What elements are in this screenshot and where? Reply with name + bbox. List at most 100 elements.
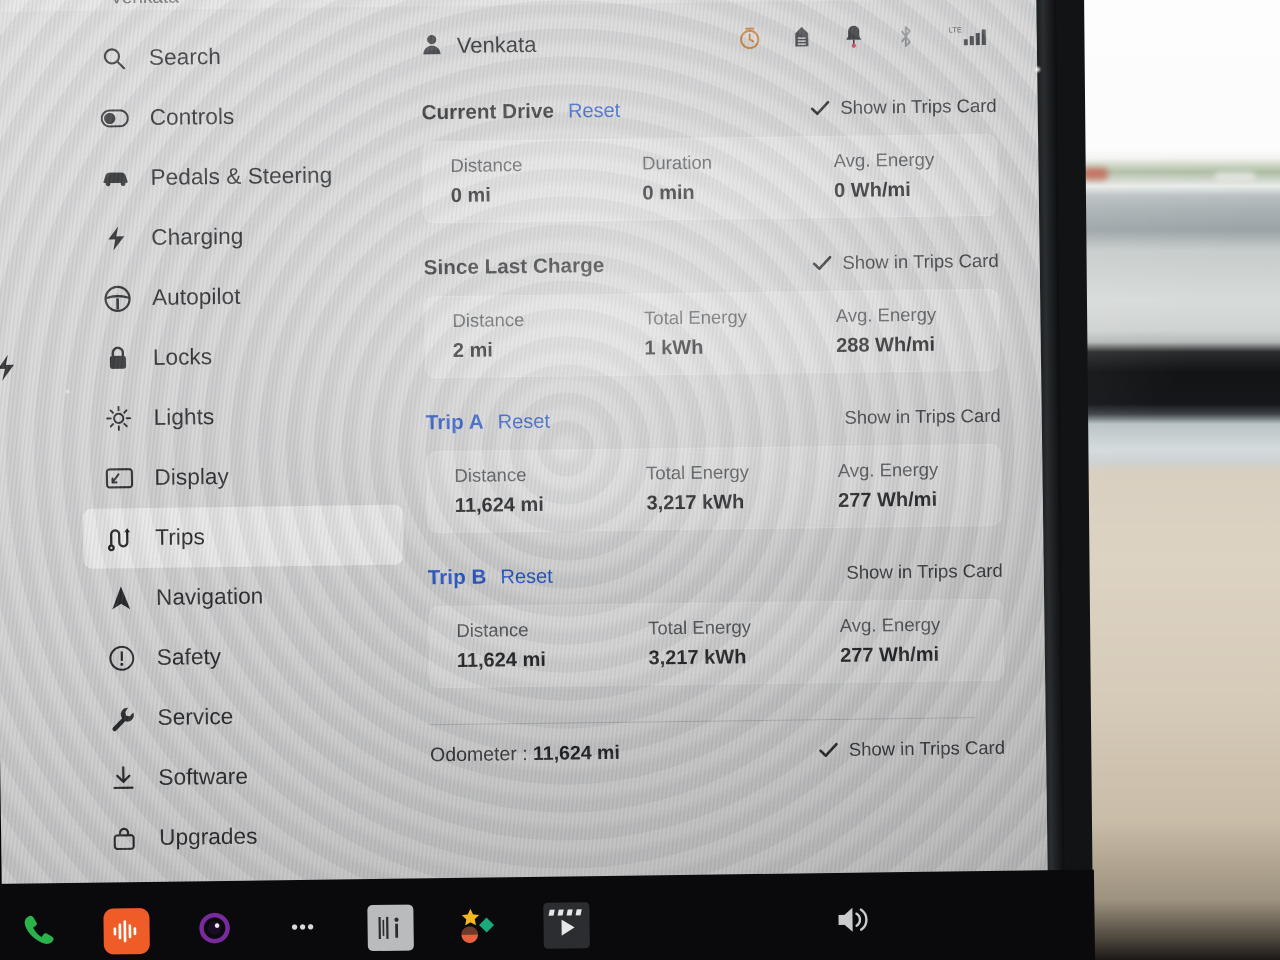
stat-card-trip-b: Distance 11,624 mi Total Energy 3,217 kW… — [428, 598, 1005, 689]
taskbar-slot-audio[interactable] — [82, 907, 171, 955]
sidebar-label: Service — [157, 703, 234, 730]
taskbar-slot-media[interactable] — [170, 906, 259, 954]
gallery-app-icon[interactable] — [455, 903, 502, 950]
sidebar-item-controls[interactable]: Controls — [77, 85, 398, 149]
stat-label: Avg. Energy — [839, 613, 941, 636]
show-in-trips-card-label: Show in Trips Card — [848, 736, 1006, 760]
sidebar-item-pedals-steering[interactable]: Pedals & Steering — [78, 145, 399, 209]
sidebar-label: Software — [158, 763, 249, 790]
odometer-value: 11,624 mi — [532, 741, 620, 765]
top-status-strip: Venkata PASSENGER AIRBAG — [0, 0, 1037, 12]
sidebar-item-service[interactable]: Service — [85, 685, 406, 749]
phone-icon[interactable] — [18, 910, 59, 956]
sidebar-item-trips[interactable]: Trips — [82, 504, 404, 569]
stat-label: Distance — [456, 619, 529, 641]
taskbar-slot-video[interactable] — [522, 902, 611, 949]
sidebar-label: Trips — [155, 524, 206, 550]
reset-button-trip-a[interactable]: Reset — [498, 410, 551, 434]
sidebar-item-display[interactable]: Display — [82, 445, 403, 509]
stat-value: 11,624 mi — [454, 493, 544, 517]
stat-cell: Total Energy 3,217 kWh — [620, 601, 813, 686]
sidebar-item-safety[interactable]: Safety — [84, 625, 405, 689]
svg-text:LTE: LTE — [949, 25, 962, 34]
profile-name: Venkata — [456, 31, 537, 58]
reset-button-current-drive[interactable]: Reset — [568, 99, 621, 123]
video-app-icon[interactable] — [543, 902, 590, 949]
sidebar-item-autopilot[interactable]: Autopilot — [80, 265, 401, 329]
sidebar-item-software[interactable]: Software — [86, 745, 407, 809]
section-title[interactable]: Trip A — [426, 411, 484, 436]
show-in-trips-card-toggle-odometer[interactable]: Show in Trips Card — [818, 736, 1006, 761]
taskbar-slot-info[interactable] — [346, 904, 435, 952]
taskbar-slot-more[interactable] — [258, 910, 346, 948]
volume-icon[interactable] — [834, 902, 875, 942]
sidebar-item-search[interactable]: Search — [77, 25, 398, 89]
bag-icon — [109, 823, 139, 853]
timer-icon[interactable] — [738, 24, 762, 52]
bottom-taskbar[interactable] — [0, 869, 1096, 960]
notification-bell-icon[interactable] — [842, 23, 866, 51]
sidebar-item-charging[interactable]: Charging — [79, 205, 400, 269]
checkmark-icon — [814, 408, 833, 427]
settings-sidebar[interactable]: Search Controls Pedals & Steering Chargi… — [77, 25, 408, 869]
sidebar-label: Autopilot — [151, 283, 241, 310]
stat-card-trip-a: Distance 11,624 mi Total Energy 3,217 kW… — [426, 443, 1003, 534]
odometer-text: Odometer : 11,624 mi — [430, 741, 620, 766]
section-header-current-drive: Current Drive Reset Show in Trips Card — [422, 91, 997, 129]
stat-card-current-drive: Distance 0 mi Duration 0 min Avg. Energy… — [422, 133, 999, 224]
person-icon — [421, 33, 443, 60]
checkmark-icon — [818, 740, 838, 759]
stat-value: 11,624 mi — [456, 648, 546, 672]
stat-label: Total Energy — [643, 306, 748, 329]
background-white-car — [1215, 172, 1255, 182]
bluetooth-icon[interactable] — [894, 22, 918, 50]
sidebar-item-locks[interactable]: Locks — [80, 325, 401, 389]
car-lock-icon[interactable] — [790, 23, 814, 51]
media-app-icon[interactable] — [193, 906, 236, 954]
show-in-trips-card-toggle-trip-b[interactable]: Show in Trips Card — [816, 560, 1003, 584]
stat-label: Avg. Energy — [833, 148, 935, 171]
taskbar-slot-phone[interactable] — [0, 909, 83, 955]
stat-label: Total Energy — [647, 616, 752, 639]
stat-value: 2 mi — [452, 339, 493, 362]
audio-app-icon[interactable] — [103, 907, 150, 955]
lte-signal-icon[interactable]: LTE — [946, 21, 990, 50]
odometer-divider — [429, 717, 975, 726]
display-icon — [104, 463, 134, 493]
status-icon-tray[interactable]: LTE — [738, 21, 990, 52]
sidebar-item-navigation[interactable]: Navigation — [84, 565, 405, 629]
sidebar-item-upgrades[interactable]: Upgrades — [87, 805, 408, 869]
more-dots-icon[interactable] — [281, 910, 323, 948]
stat-label: Total Energy — [645, 461, 750, 484]
stat-value: 277 Wh/mi — [838, 488, 938, 512]
section-title[interactable]: Trip B — [428, 566, 487, 591]
stat-label: Avg. Energy — [837, 458, 939, 481]
search-icon — [99, 43, 129, 73]
taskbar-slot-gallery[interactable] — [434, 903, 523, 950]
info-app-icon[interactable] — [367, 904, 414, 952]
stat-label: Duration — [641, 151, 713, 174]
stat-value: 0 mi — [450, 184, 491, 207]
show-in-trips-card-toggle-since-last-charge[interactable]: Show in Trips Card — [812, 250, 999, 274]
stat-cell: Total Energy 1 kWh — [616, 291, 809, 376]
trips-panel: Venkata LTE Current Drive Reset Show in … — [421, 17, 1006, 769]
steering-wheel-icon — [102, 283, 132, 313]
checkmark-icon — [816, 563, 835, 582]
show-in-trips-card-toggle-trip-a[interactable]: Show in Trips Card — [814, 405, 1001, 429]
tesla-touchscreen: Venkata PASSENGER AIRBAG — [0, 0, 1048, 886]
show-in-trips-card-toggle-current-drive[interactable]: Show in Trips Card — [810, 95, 997, 119]
odometer-label: Odometer : — [429, 742, 528, 766]
taskbar-slot-volume[interactable] — [810, 902, 899, 942]
sidebar-label: Display — [154, 463, 230, 490]
sidebar-item-lights[interactable]: Lights — [81, 385, 402, 449]
section-header-trip-b: Trip B Reset Show in Trips Card — [428, 556, 1003, 594]
stat-value: 3,217 kWh — [646, 491, 745, 515]
reset-button-trip-b[interactable]: Reset — [500, 565, 553, 589]
bolt-icon — [101, 223, 131, 253]
sidebar-label: Navigation — [155, 583, 264, 610]
show-in-trips-card-label: Show in Trips Card — [840, 94, 997, 118]
car-icon — [100, 163, 130, 193]
download-icon — [108, 763, 138, 793]
taskbar-spacer — [611, 922, 811, 925]
sidebar-label: Safety — [156, 644, 222, 670]
